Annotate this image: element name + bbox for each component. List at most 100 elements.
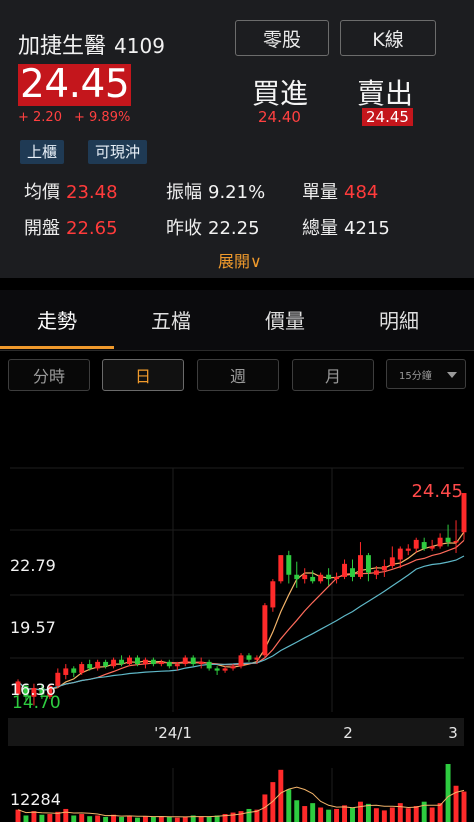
volume-bar — [63, 808, 69, 822]
volume-bar — [174, 817, 180, 822]
candle-body — [334, 576, 340, 580]
interval-select[interactable]: 15分鐘 — [386, 359, 466, 389]
candle-body — [95, 661, 101, 669]
candles — [15, 493, 467, 706]
stat-value: 4215 — [344, 218, 390, 239]
volume-axis-label: 12284 — [10, 790, 61, 809]
sell-label: 賣出 — [357, 77, 414, 110]
volume-bar — [134, 817, 140, 822]
tab-details[interactable]: 明細 — [342, 290, 456, 348]
buy-label: 買進 — [252, 77, 309, 110]
volume-bar — [334, 808, 340, 822]
buy-price[interactable]: 24.40 — [258, 108, 301, 126]
stat-value: 22.25 — [208, 218, 260, 239]
candle-body — [230, 666, 236, 669]
candle-body — [182, 657, 188, 665]
volume-bar — [95, 815, 101, 822]
volume-bar — [286, 789, 292, 822]
stat-label: 昨收 — [166, 218, 202, 239]
volume-bar — [342, 805, 348, 822]
volume-bar — [381, 810, 387, 822]
candle-body — [111, 659, 117, 667]
candle-body — [437, 537, 443, 547]
price-axis-label: 19.57 — [10, 618, 56, 637]
stock-code: 4109 — [114, 34, 165, 58]
candle-body — [326, 574, 332, 580]
candle-body — [318, 574, 324, 582]
stat-open: 開盤 22.65 — [24, 214, 118, 240]
candle-body — [190, 657, 196, 665]
volume-bar — [453, 785, 459, 822]
volume-bar — [421, 801, 427, 822]
stat-value: 9.21% — [208, 182, 266, 203]
volume-bar — [429, 807, 435, 822]
candle-body — [63, 668, 69, 675]
stat-avg: 均價 23.48 — [24, 178, 118, 204]
volume-bar — [437, 803, 443, 822]
odd-lot-button[interactable]: 零股 — [235, 20, 329, 56]
tab-trend[interactable]: 走勢 — [0, 290, 114, 348]
kline-button[interactable]: K線 — [340, 20, 436, 56]
volume-bar — [413, 806, 419, 822]
expand-button[interactable]: 展開∨ — [218, 248, 262, 272]
ma-line — [17, 555, 465, 691]
period-intraday-button[interactable]: 分時 — [8, 359, 90, 391]
volume-bar — [326, 809, 332, 822]
candle-body — [365, 555, 371, 573]
x-tick-label: 3 — [448, 724, 458, 742]
tab-indicator — [0, 346, 114, 349]
candle-body — [142, 659, 148, 665]
stat-total-volume: 總量 4215 — [302, 214, 390, 240]
volume-bar — [39, 814, 45, 822]
volume-bar — [23, 815, 29, 822]
interval-select-value: 15分鐘 — [399, 370, 432, 382]
period-day-button[interactable]: 日 — [102, 359, 184, 391]
volume-bar — [302, 806, 308, 822]
candle-body — [55, 672, 61, 686]
candle-body — [357, 555, 363, 577]
candle-body — [166, 661, 172, 667]
volume-bar — [158, 816, 164, 822]
volume-bar — [182, 816, 188, 822]
volume-bar — [445, 764, 451, 822]
candle-body — [174, 664, 180, 667]
candle-body — [270, 581, 276, 608]
candle-body — [119, 659, 125, 665]
volume-bar — [357, 801, 363, 822]
candle-body — [278, 555, 284, 582]
candle-body — [238, 655, 244, 667]
candle-body — [350, 568, 355, 577]
candle-body — [445, 537, 451, 543]
candle-body — [310, 576, 316, 582]
candle-body — [150, 659, 156, 665]
market-tag: 上櫃 — [20, 140, 65, 164]
candle-body — [222, 668, 228, 671]
candle-body — [134, 657, 140, 665]
stat-value: 484 — [344, 182, 379, 203]
volume-bar — [278, 769, 284, 822]
candlestick-chart[interactable]: 22.7919.5716.3624.4514.70'24/1 2 312284 — [0, 400, 474, 822]
daytrade-tag: 可現沖 — [88, 140, 148, 164]
volume-bar — [397, 803, 403, 822]
candle-body — [87, 664, 93, 669]
candle-body — [294, 574, 300, 580]
sell-price[interactable]: 24.45 — [362, 108, 413, 126]
stat-label: 振幅 — [166, 182, 202, 203]
min-price-label: 14.70 — [12, 693, 61, 713]
stat-value: 23.48 — [66, 182, 118, 203]
candle-body — [389, 557, 395, 567]
volume-bar — [238, 811, 244, 822]
candle-body — [421, 542, 427, 549]
tab-five-levels[interactable]: 五檔 — [114, 290, 228, 348]
period-week-button[interactable]: 週 — [197, 359, 279, 391]
candle-body — [198, 661, 204, 665]
x-tick-label: 2 — [343, 724, 353, 742]
period-month-button[interactable]: 月 — [292, 359, 374, 391]
volume-bar — [103, 816, 109, 822]
tab-price-volume[interactable]: 價量 — [228, 290, 342, 348]
tab-bar: 走勢 五檔 價量 明細 — [0, 290, 474, 351]
volume-bar — [246, 808, 252, 822]
max-price-label: 24.45 — [411, 481, 463, 502]
volume-bar — [318, 807, 324, 822]
candle-body — [405, 548, 411, 551]
